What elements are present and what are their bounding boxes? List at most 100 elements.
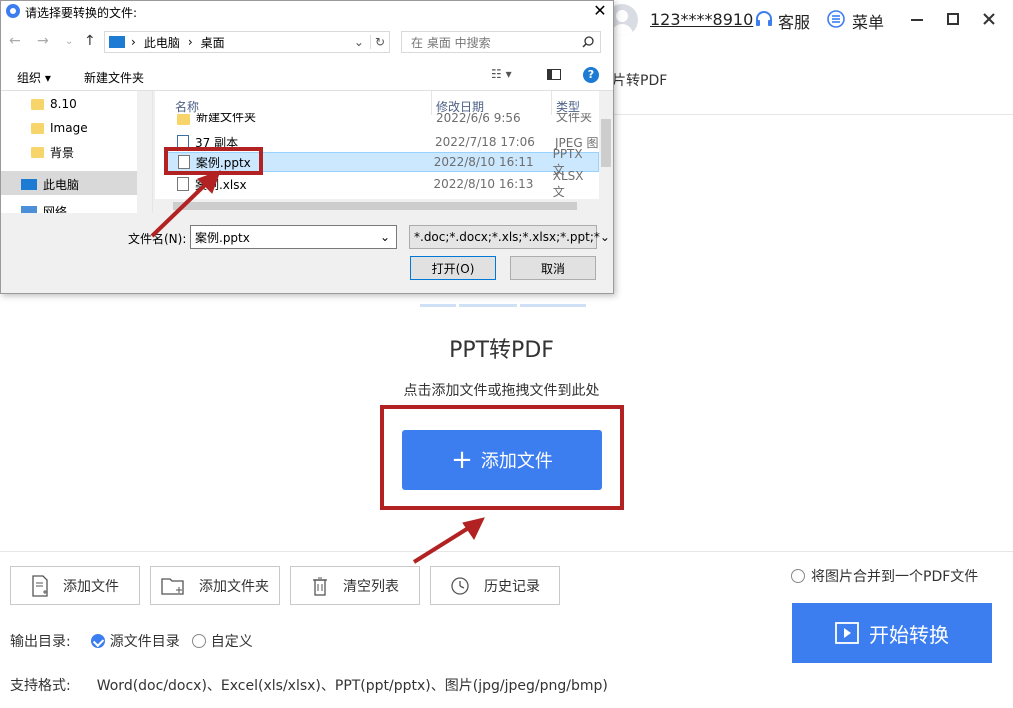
file-row[interactable]: 37 副本 2022/7/18 17:06 JPEG 图 [167, 132, 599, 152]
recent-dropdown-icon[interactable]: ⌄ [65, 36, 73, 47]
dialog-close-button[interactable]: ✕ [589, 1, 611, 21]
help-icon[interactable]: ? [583, 67, 599, 83]
add-file-main-label: 添加文件 [480, 451, 553, 472]
chevron-down-icon[interactable]: ⌄ [380, 230, 390, 244]
filetype-select[interactable]: *.doc;*.docx;*.xls;*.xlsx;*.ppt;* ⌄ [409, 225, 610, 249]
dropzone-title: PPT转PDF [449, 338, 554, 363]
dialog-search-box[interactable]: 在 桌面 中搜索 [401, 31, 601, 53]
organize-menu[interactable]: 组织 ▾ [17, 69, 51, 86]
filename-value: 案例.pptx [195, 230, 250, 245]
start-convert-button[interactable]: 开始转换 [792, 603, 992, 663]
supported-formats-row: 支持格式: Word(doc/docx)、Excel(xls/xlsx)、PPT… [10, 675, 608, 695]
cancel-button[interactable]: 取消 [510, 256, 596, 280]
tree-item-network[interactable]: 网络 [21, 203, 67, 213]
maximize-button[interactable] [942, 8, 964, 30]
dialog-command-bar: 组织 ▾ 新建文件夹 ☷ ▾ ? [1, 61, 613, 91]
preview-pane-icon[interactable] [547, 69, 561, 80]
formats-label: 支持格式: [10, 678, 71, 694]
add-folder-label: 添加文件夹 [199, 578, 269, 595]
address-dropdown-icon[interactable]: ⌄ [354, 35, 364, 49]
file-list-hscrollbar[interactable] [155, 199, 613, 213]
dialog-nav-bar: ← → ⌄ ↑ › 此电脑 › 桌面 ⌄ ↻ 在 桌面 中搜索 [1, 23, 613, 61]
file-open-dialog: 请选择要转换的文件: ✕ ← → ⌄ ↑ › 此电脑 › 桌面 ⌄ ↻ 在 桌面… [0, 0, 614, 294]
formats-value: Word(doc/docx)、Excel(xls/xlsx)、PPT(ppt/p… [96, 678, 608, 694]
search-icon [582, 36, 594, 48]
history-label: 历史记录 [484, 578, 540, 595]
custom-dir-radio[interactable] [191, 634, 206, 648]
custom-dir-label: 自定义 [210, 634, 253, 650]
filename-input[interactable]: 案例.pptx ⌄ [190, 225, 397, 249]
user-account-link[interactable]: 123****8910 [650, 10, 753, 29]
vscroll-thumb[interactable] [601, 119, 611, 167]
dialog-file-list: 名称 修改日期 类型 新建文件夹 2022/6/6 9:56 文件夹 37 副本… [155, 91, 613, 213]
back-arrow-icon[interactable]: ← [9, 33, 21, 49]
app-window: 123****8910 客服 菜单 片转PDF PPT转PDF 点击添加文件或拖… [0, 0, 1013, 708]
output-directory-row: 输出目录: 源文件目录 自定义 [10, 631, 253, 651]
chevron-down-icon: ⌄ [599, 230, 610, 244]
add-file-label: 添加文件 [63, 578, 119, 595]
tree-item-image[interactable]: Image [31, 121, 88, 135]
folder-icon [31, 147, 44, 158]
tab-ppt-to-pdf[interactable]: 片转PDF [612, 70, 667, 90]
computer-icon [109, 36, 125, 48]
file-list-header: 名称 修改日期 类型 [155, 91, 599, 115]
clear-list-label: 清空列表 [343, 578, 399, 595]
headset-icon [754, 9, 774, 33]
add-file-button[interactable]: 添加文件 [10, 566, 140, 605]
close-icon [983, 13, 995, 25]
filename-label: 文件名(N): [128, 232, 187, 246]
merge-radio[interactable] [791, 569, 805, 583]
tree-scrollbar[interactable] [137, 91, 152, 213]
forward-arrow-icon[interactable]: → [37, 33, 49, 49]
add-file-main-button[interactable]: + 添加文件 [402, 430, 602, 490]
merge-images-option[interactable]: 将图片合并到一个PDF文件 [791, 566, 978, 586]
breadcrumb-this-pc[interactable]: 此电脑 [144, 34, 180, 51]
dialog-title: 请选择要转换的文件: [25, 6, 138, 20]
clear-list-button[interactable]: 清空列表 [290, 566, 420, 605]
up-arrow-icon[interactable]: ↑ [84, 33, 96, 49]
file-list-vscrollbar[interactable] [599, 91, 613, 199]
breadcrumb-desktop[interactable]: 桌面 [201, 34, 225, 51]
image-file-icon [177, 135, 189, 149]
toolbar-divider [0, 551, 1013, 552]
custom-dir-option[interactable]: 自定义 [191, 631, 253, 651]
dropzone-subtitle: 点击添加文件或拖拽文件到此处 [403, 383, 600, 399]
address-bar[interactable]: › 此电脑 › 桌面 ⌄ ↻ [104, 31, 390, 53]
menu-label: 菜单 [852, 13, 885, 32]
source-dir-radio[interactable] [90, 634, 105, 648]
menu-button[interactable]: 菜单 [826, 9, 884, 33]
customer-service-label: 客服 [778, 13, 811, 32]
file-add-icon [32, 574, 48, 597]
app-logo-icon [6, 4, 20, 18]
file-row[interactable]: 新建文件夹 2022/6/6 9:56 文件夹 [167, 113, 599, 125]
hscroll-thumb[interactable] [173, 202, 577, 210]
customer-service-button[interactable]: 客服 [754, 9, 810, 33]
tree-item-8-10[interactable]: 8.10 [31, 97, 77, 111]
output-dir-label: 输出目录: [10, 634, 71, 650]
open-button[interactable]: 打开(O) [410, 256, 496, 280]
clock-icon [451, 576, 469, 595]
close-button[interactable] [978, 8, 1000, 30]
trash-icon [313, 577, 327, 596]
menu-icon [826, 9, 846, 33]
source-dir-option[interactable]: 源文件目录 [90, 631, 180, 651]
add-folder-button[interactable]: 添加文件夹 [150, 566, 280, 605]
minimize-icon [911, 19, 923, 21]
file-row[interactable]: 案例.xlsx 2022/8/10 16:13 XLSX 文 [167, 169, 599, 199]
plus-icon: + [451, 445, 473, 475]
computer-icon [21, 179, 37, 190]
tree-item-background[interactable]: 背景 [31, 144, 74, 161]
history-button[interactable]: 历史记录 [430, 566, 560, 605]
merge-label: 将图片合并到一个PDF文件 [811, 569, 979, 585]
refresh-icon[interactable]: ↻ [369, 35, 389, 49]
play-icon [835, 622, 859, 644]
network-icon [21, 206, 37, 213]
minimize-button[interactable] [906, 8, 928, 30]
view-options-icon[interactable]: ☷ ▾ [491, 67, 512, 81]
dialog-folder-tree: 8.10 Image 背景 此电脑 网络 [1, 91, 153, 213]
file-icon [177, 177, 189, 191]
new-folder-button[interactable]: 新建文件夹 [84, 69, 144, 86]
file-row-selected[interactable]: 案例.pptx 2022/8/10 16:11 PPTX 文 [167, 147, 599, 177]
tree-item-this-pc[interactable]: 此电脑 [21, 176, 79, 193]
folder-icon [31, 98, 44, 110]
